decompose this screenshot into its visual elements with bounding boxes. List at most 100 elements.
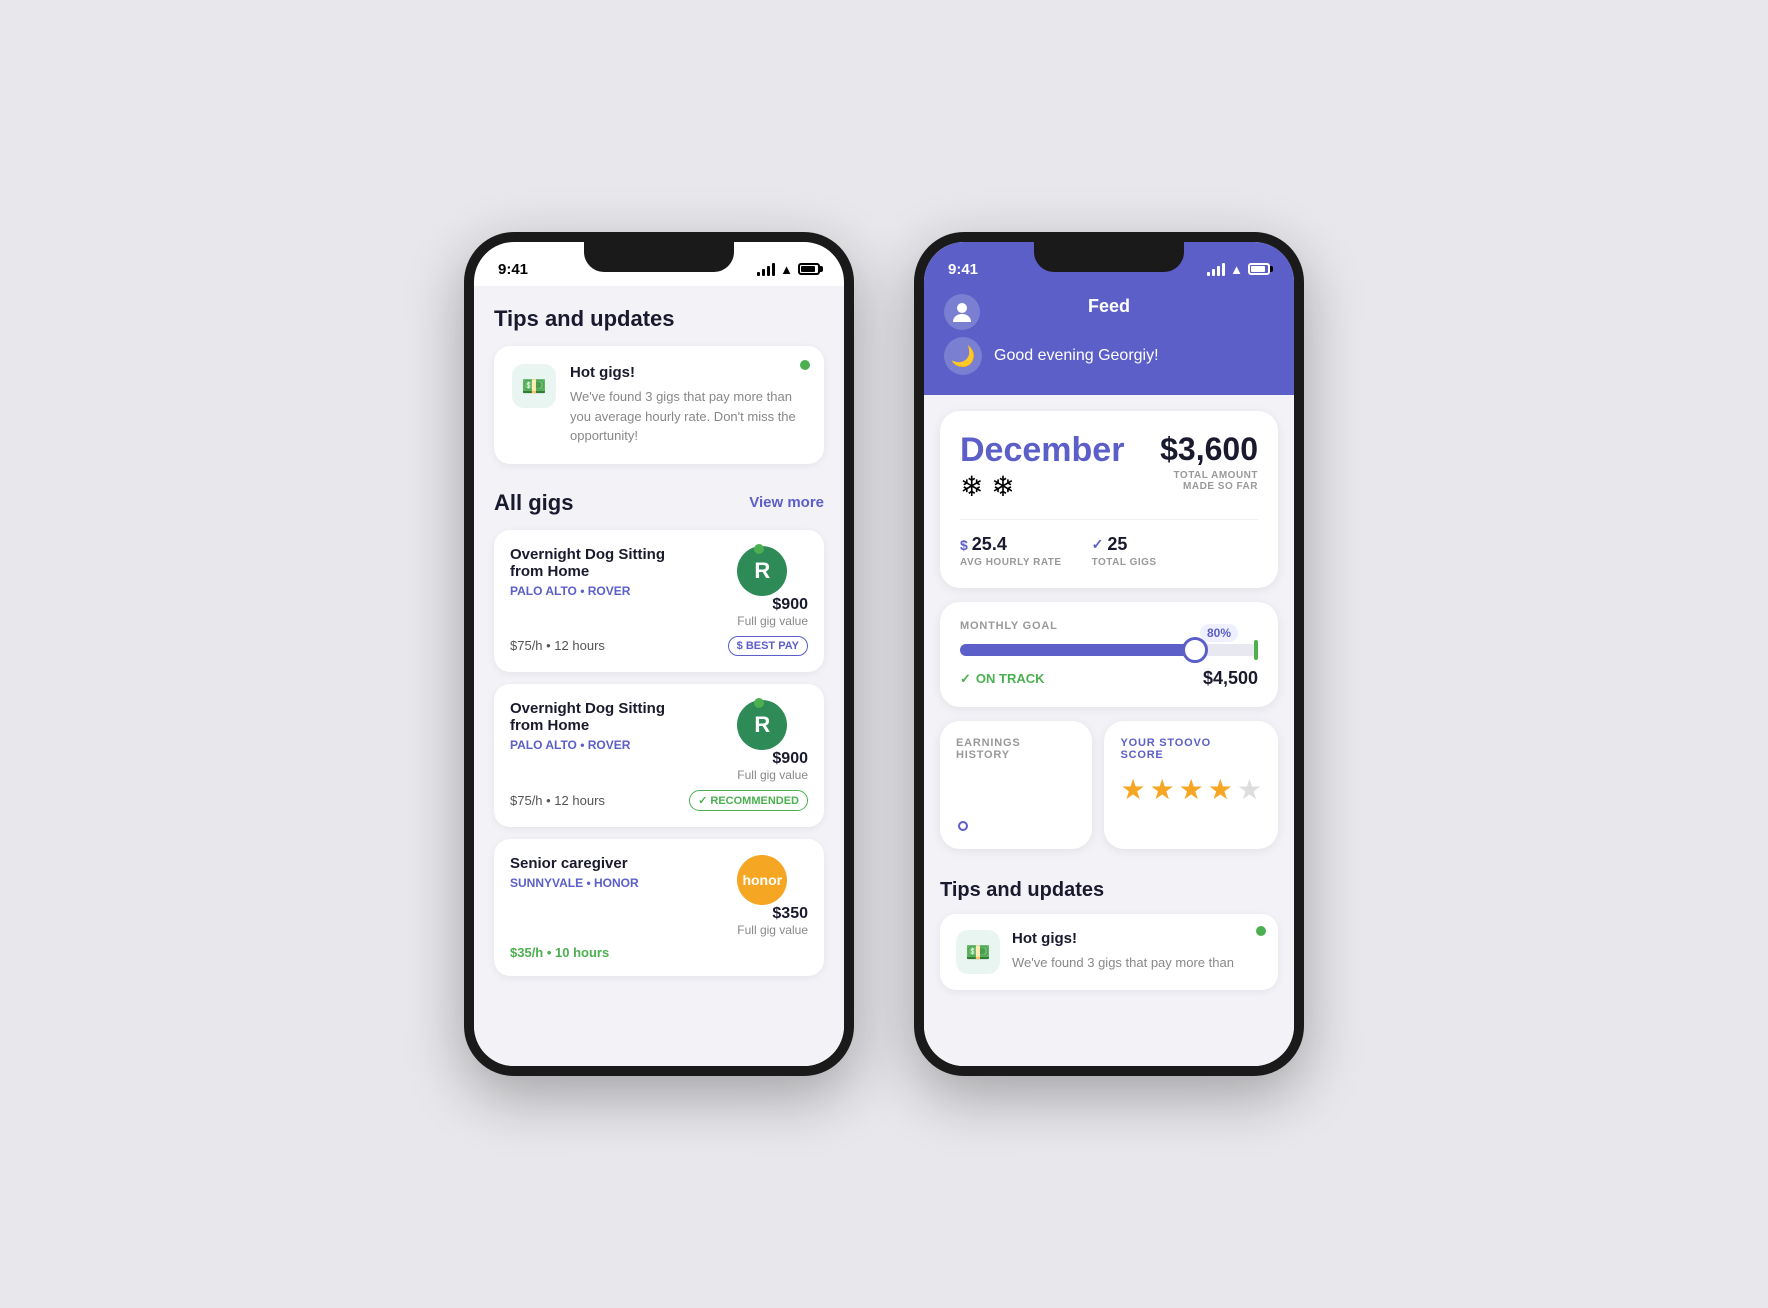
tips-section-right: Tips and updates 💵 Hot gigs! We've found… [924, 879, 1294, 1010]
wifi-icon-right: ▲ [1230, 262, 1243, 277]
earnings-total-section: $3,600 TOTAL AMOUNTMADE SO FAR [1160, 431, 1258, 492]
gig-badge-bestpay: $ BEST PAY [728, 636, 808, 656]
gig-card-2[interactable]: Overnight Dog Sittingfrom Home PALO ALTO… [494, 684, 824, 827]
gig-title-1: Overnight Dog Sittingfrom Home [510, 546, 727, 580]
gig-price-label-3: Full gig value [737, 923, 808, 937]
on-track-text: ON TRACK [976, 671, 1045, 686]
gig-card-1[interactable]: Overnight Dog Sittingfrom Home PALO ALTO… [494, 530, 824, 672]
view-more-button[interactable]: View more [749, 494, 824, 511]
status-icons-right: ▲ [1207, 262, 1270, 277]
signal-bar-r3 [1217, 266, 1220, 276]
stoovo-score-title: YOUR STOOVO SCORE [1120, 737, 1262, 761]
earnings-card[interactable]: December ❄ ❄ $3,600 TOTAL AMOUNTMADE SO … [940, 411, 1278, 588]
tip-title-text-left: Hot gigs! [570, 364, 806, 381]
check-icon-2: ✓ [960, 671, 971, 687]
goal-percent: 80% [1200, 624, 1238, 642]
tip-icon-emoji: 💵 [522, 374, 547, 399]
time-left: 9:41 [498, 261, 528, 278]
goal-end-marker [1254, 640, 1258, 660]
gig-badge-recommended: ✓ RECOMMENDED [689, 790, 808, 811]
signal-bar-r1 [1207, 272, 1210, 276]
gig-price-3: $350 [737, 905, 808, 923]
stars-container: ★ ★ ★ ★ ★ [1120, 773, 1262, 806]
phone2-content[interactable]: Feed 🌙 Good evening Georgiy! December ❄ … [924, 286, 1294, 1066]
check-icon: ✓ [1092, 536, 1104, 553]
earnings-month: December [960, 431, 1124, 470]
tip-dot-right [1256, 926, 1266, 936]
earnings-total-label: TOTAL AMOUNTMADE SO FAR [1160, 470, 1258, 492]
gig-price-2: $900 [737, 750, 808, 768]
phone-right: 9:41 ▲ [914, 232, 1304, 1076]
gig-price-label-2: Full gig value [737, 768, 808, 782]
status-icons-left: ▲ [757, 262, 820, 277]
gig-rate-3: $35/h • 10 hours [510, 945, 609, 960]
tips-title-left: Tips and updates [494, 306, 824, 332]
tip-card-right[interactable]: 💵 Hot gigs! We've found 3 gigs that pay … [940, 914, 1278, 990]
tip-content-right: Hot gigs! We've found 3 gigs that pay mo… [1012, 930, 1234, 973]
greeting-bar: 🌙 Good evening Georgiy! [924, 337, 1294, 395]
earnings-rate-value: $ 25.4 [960, 534, 1062, 555]
star-4: ★ [1208, 773, 1233, 806]
gig-location-1: PALO ALTO • ROVER [510, 584, 727, 598]
wifi-icon-left: ▲ [780, 262, 793, 277]
bar-group-1 [956, 821, 970, 833]
earnings-top: December ❄ ❄ $3,600 TOTAL AMOUNTMADE SO … [960, 431, 1258, 503]
gig-rate-2: $75/h • 12 hours [510, 793, 605, 808]
tip-desc-right: We've found 3 gigs that pay more than [1012, 953, 1234, 973]
earnings-stat-rate: $ 25.4 AVG HOURLY RATE [960, 534, 1062, 568]
star-1: ★ [1120, 773, 1145, 806]
total-gigs-label: TOTAL GIGS [1092, 557, 1157, 568]
gig-logo-1: R [737, 546, 787, 596]
tip-title-right-text: Hot gigs! [1012, 930, 1234, 947]
total-gigs-number: 25 [1107, 534, 1127, 555]
bottom-cards-row: EARNINGS HISTORY [940, 721, 1278, 849]
signal-bar-4 [772, 263, 775, 276]
score-text: SCORE [1120, 749, 1163, 761]
tip-dot-left [800, 360, 810, 370]
time-right: 9:41 [948, 261, 978, 278]
gig-title-2: Overnight Dog Sittingfrom Home [510, 700, 727, 734]
goal-track [960, 644, 1258, 656]
gigs-section-header: All gigs View more [494, 490, 824, 516]
gig-right-2: R $900 Full gig value [737, 700, 808, 782]
avatar-icon [953, 302, 971, 322]
feed-header: Feed [924, 286, 1294, 337]
tip-content-left: Hot gigs! We've found 3 gigs that pay mo… [570, 364, 806, 446]
tip-card-left[interactable]: 💵 Hot gigs! We've found 3 gigs that pay … [494, 346, 824, 464]
tip-icon-left: 💵 [512, 364, 556, 408]
phone1-content[interactable]: Tips and updates 💵 Hot gigs! We've found… [474, 286, 844, 1066]
feed-avatar[interactable] [944, 294, 980, 330]
gig-dot-1 [754, 544, 764, 554]
earnings-bars-chart [956, 773, 1076, 833]
your-text: YOUR [1120, 737, 1159, 749]
gig-top-1: Overnight Dog Sittingfrom Home PALO ALTO… [510, 546, 808, 628]
avg-rate-label: AVG HOURLY RATE [960, 557, 1062, 568]
notch-right [1034, 242, 1184, 272]
earnings-gigs-value: ✓ 25 [1092, 534, 1157, 555]
earnings-history-card[interactable]: EARNINGS HISTORY [940, 721, 1092, 849]
on-track-status: ✓ ON TRACK [960, 671, 1045, 687]
signal-bar-r4 [1222, 263, 1225, 276]
gig-info-3: Senior caregiver SUNNYVALE • HONOR [510, 855, 737, 896]
gig-price-label-1: Full gig value [737, 614, 808, 628]
signal-bar-2 [762, 269, 765, 276]
stoovo-score-card[interactable]: YOUR STOOVO SCORE ★ ★ ★ ★ ★ [1104, 721, 1278, 849]
earnings-stats: $ 25.4 AVG HOURLY RATE ✓ 25 TOTAL GIGS [960, 519, 1258, 568]
feed-header-title: Feed [1088, 296, 1130, 317]
feed-body: December ❄ ❄ $3,600 TOTAL AMOUNTMADE SO … [924, 395, 1294, 879]
signal-bars-left [757, 263, 775, 276]
star-3: ★ [1179, 773, 1204, 806]
gig-logo-2: R [737, 700, 787, 750]
gig-location-3: SUNNYVALE • HONOR [510, 876, 727, 890]
gig-bottom-1: $75/h • 12 hours $ BEST PAY [510, 636, 808, 656]
earnings-stat-gigs: ✓ 25 TOTAL GIGS [1092, 534, 1157, 568]
battery-icon-right [1248, 263, 1270, 275]
battery-fill-right [1251, 266, 1265, 272]
goal-card[interactable]: MONTHLY GOAL 80% ✓ ON TRACK $4,50 [940, 602, 1278, 707]
goal-fill [960, 644, 1198, 656]
tip-icon-right: 💵 [956, 930, 1000, 974]
gig-price-1: $900 [737, 596, 808, 614]
gig-right-1: R $900 Full gig value [737, 546, 808, 628]
gig-info-1: Overnight Dog Sittingfrom Home PALO ALTO… [510, 546, 737, 604]
gig-card-3[interactable]: Senior caregiver SUNNYVALE • HONOR honor… [494, 839, 824, 976]
